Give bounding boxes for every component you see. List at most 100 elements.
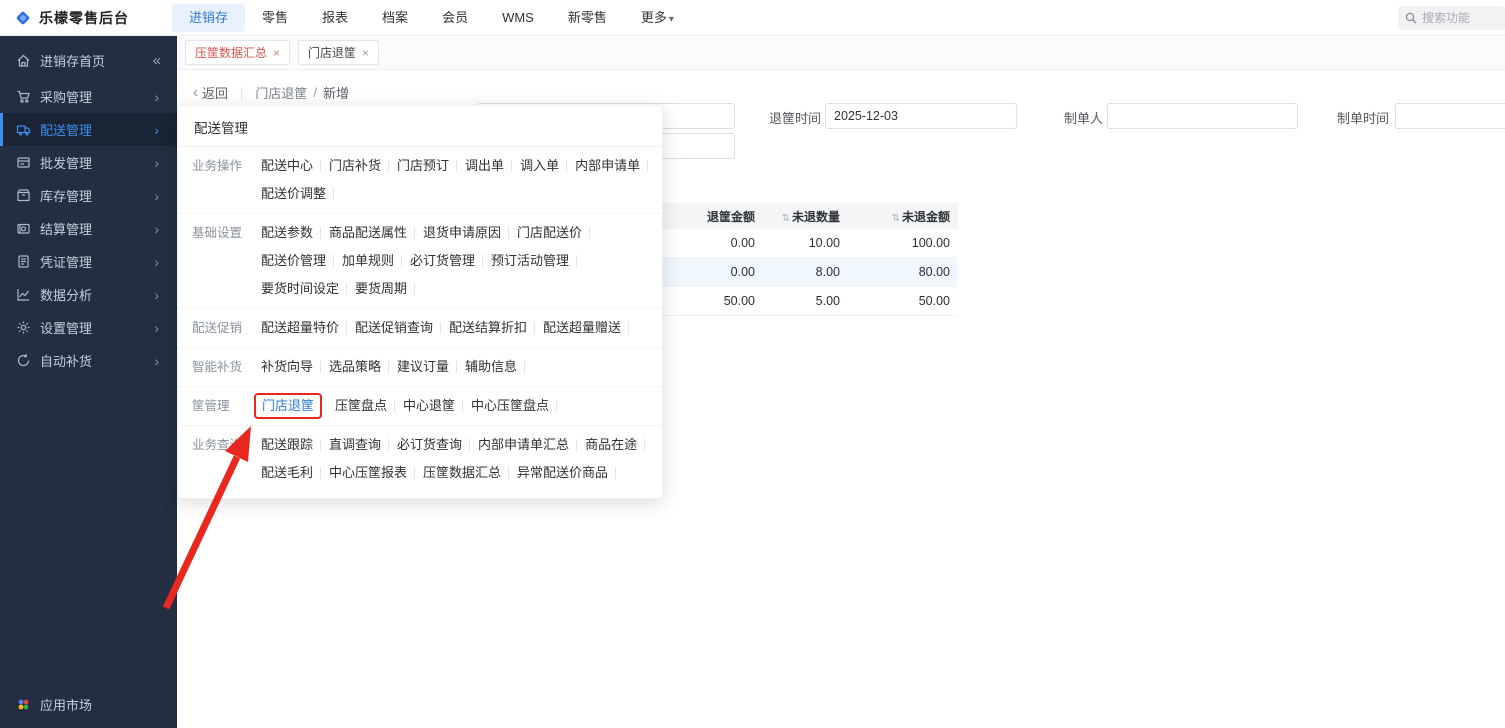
nav-item-members[interactable]: 会员 [425,4,485,32]
chevron-right-icon: › [154,253,159,270]
close-icon[interactable]: × [273,46,280,60]
sidebar-item-auto-replenish[interactable]: 自动补货 › [0,344,177,377]
menu-item[interactable]: 配送价管理 [254,247,335,275]
create-time-input[interactable] [1395,103,1505,129]
cell-unreturned-qty: 8.00 [815,265,840,279]
menu-section-label: 基础设置 [192,226,243,240]
global-search[interactable] [1398,5,1505,30]
page-tab-basket-data-summary[interactable]: 压筐数据汇总 × [185,40,291,65]
sidebar-item-common-entry[interactable]: 常用入口 [0,721,177,728]
wholesale-icon [16,155,31,170]
search-input[interactable] [1422,10,1492,25]
cell-unreturned-qty: 5.00 [815,294,840,308]
sidebar-item-app-market[interactable]: 应用市场 [0,688,177,721]
menu-item[interactable]: 配送跟踪 [254,431,322,459]
cart-icon [16,89,31,104]
menu-item[interactable]: 退货申请原因 [416,219,510,247]
sidebar-item-label: 库存管理 [40,189,93,204]
menu-item[interactable]: 中心退筐 [396,392,464,420]
menu-item[interactable]: 配送毛利 [254,459,322,487]
delivery-icon [16,122,31,137]
menu-item[interactable]: 配送超量赠送 [536,314,630,342]
menu-item[interactable]: 门店预订 [390,152,458,180]
logo-text: 乐檬零售后台 [39,9,129,26]
menu-item[interactable]: 必订货查询 [390,431,471,459]
sidebar-item-home[interactable]: 进销存首页 « [0,40,177,80]
sidebar-item-purchase[interactable]: 采购管理 › [0,80,177,113]
inventory-icon [16,188,31,203]
sidebar-item-label: 结算管理 [40,222,93,237]
menu-item[interactable]: 压筐盘点 [328,392,396,420]
menu-item[interactable]: 辅助信息 [458,353,526,381]
sidebar-item-analytics[interactable]: 数据分析 › [0,278,177,311]
nav-item-wms[interactable]: WMS [485,4,551,32]
app-logo[interactable]: 乐檬零售后台 [0,8,172,28]
menu-item[interactable]: 配送促销查询 [348,314,442,342]
column-header-return-amount[interactable]: 退筐金额 [673,208,763,225]
menu-item[interactable]: 必订货管理 [403,247,484,275]
menu-item[interactable]: 加单规则 [335,247,403,275]
auto-replenish-icon [16,353,31,368]
menu-item-store-basket-return-highlighted[interactable]: 门店退筐 [254,393,323,419]
menu-item[interactable]: 预订活动管理 [484,247,578,275]
sidebar-item-settlement[interactable]: 结算管理 › [0,212,177,245]
nav-item-archives[interactable]: 档案 [365,4,425,32]
menu-item[interactable]: 选品策略 [322,353,390,381]
breadcrumb-section: 门店退筐 [255,85,308,101]
chevron-right-icon: › [154,352,159,369]
cell-unreturned-amount: 50.00 [918,294,950,308]
sidebar-item-label: 批发管理 [40,156,93,171]
sidebar-item-label: 设置管理 [40,321,93,336]
menu-section-items: 配送跟踪 直调查询 必订货查询 内部申请单汇总 商品在途 配送毛利 中心压筐报表… [254,431,658,487]
sidebar-item-label: 凭证管理 [40,255,93,270]
app-window: 乐檬零售后台 进销存 零售 报表 档案 会员 WMS 新零售 更多▾ 进销存首页… [0,0,1505,728]
menu-item[interactable]: 门店补货 [322,152,390,180]
column-header-unreturned-qty[interactable]: ⇅ 未退数量 [763,208,848,225]
menu-item[interactable]: 配送价调整 [254,180,335,208]
nav-item-retail[interactable]: 零售 [245,4,305,32]
menu-item[interactable]: 配送超量特价 [254,314,348,342]
sidebar: 进销存首页 « 采购管理 › 配送管理 › 批发管理 › 库存管理 › 结算管理… [0,36,177,728]
menu-item[interactable]: 要货时间设定 [254,275,348,303]
menu-item[interactable]: 中心压筐报表 [322,459,416,487]
sidebar-item-wholesale[interactable]: 批发管理 › [0,146,177,179]
menu-item[interactable]: 配送结算折扣 [442,314,536,342]
menu-item[interactable]: 配送参数 [254,219,322,247]
menu-item[interactable]: 异常配送价商品 [510,459,617,487]
nav-item-new-retail[interactable]: 新零售 [551,4,624,32]
collapse-sidebar-icon[interactable]: « [153,52,161,69]
menu-item[interactable]: 商品配送属性 [322,219,416,247]
column-header-unreturned-amount[interactable]: ⇅ 未退金额 [848,208,958,225]
back-button[interactable]: ‹ 返回 [193,83,228,102]
sidebar-item-inventory[interactable]: 库存管理 › [0,179,177,212]
basket-return-time-input[interactable] [825,103,1017,129]
menu-item[interactable]: 中心压筐盘点 [464,392,558,420]
menu-item[interactable]: 调出单 [458,152,513,180]
close-icon[interactable]: × [362,46,369,60]
menu-item[interactable]: 补货向导 [254,353,322,381]
menu-item[interactable]: 建议订量 [390,353,458,381]
nav-item-inventory[interactable]: 进销存 [172,3,246,32]
menu-item[interactable]: 直调查询 [322,431,390,459]
sidebar-item-settings[interactable]: 设置管理 › [0,311,177,344]
gear-icon [16,320,31,335]
creator-input[interactable] [1107,103,1298,129]
nav-item-reports[interactable]: 报表 [305,4,365,32]
menu-item[interactable]: 内部申请单汇总 [471,431,578,459]
page-tab-store-basket-return[interactable]: 门店退筐 × [298,40,380,65]
menu-item[interactable]: 压筐数据汇总 [416,459,510,487]
menu-item[interactable]: 调入单 [513,152,568,180]
menu-item[interactable]: 商品在途 [578,431,646,459]
sidebar-item-voucher[interactable]: 凭证管理 › [0,245,177,278]
chevron-right-icon: › [154,220,159,237]
sidebar-item-distribution[interactable]: 配送管理 › [0,113,177,146]
nav-item-more[interactable]: 更多 ▾ [624,4,691,32]
menu-item[interactable]: 门店配送价 [510,219,591,247]
sidebar-item-label: 配送管理 [40,123,93,138]
menu-item[interactable]: 配送中心 [254,152,322,180]
menu-item[interactable]: 内部申请单 [568,152,649,180]
home-icon [16,53,31,68]
menu-item[interactable]: 要货周期 [348,275,416,303]
menu-section-label: 业务查询 [192,438,243,452]
settlement-icon [16,221,31,236]
